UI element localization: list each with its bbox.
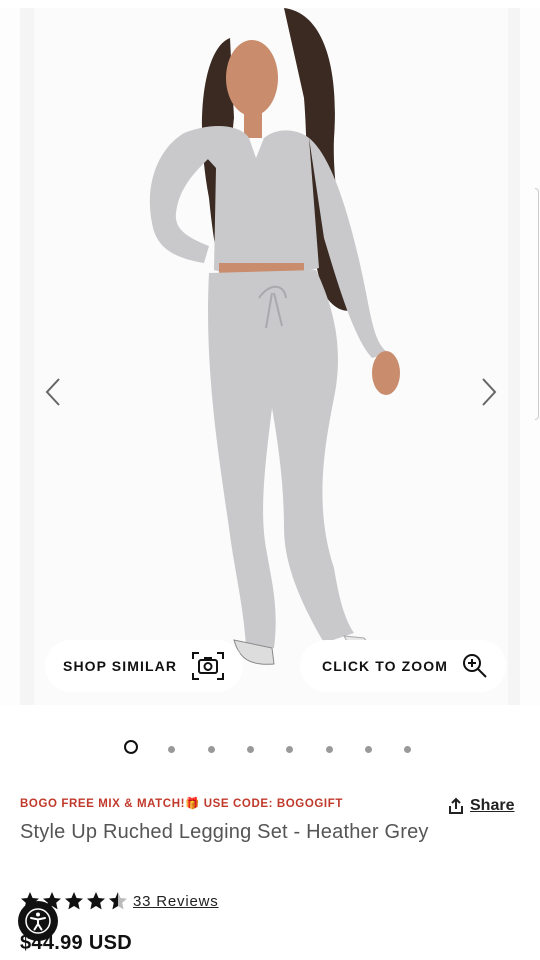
promo-banner: BOGO FREE MIX & MATCH!🎁 USE CODE: BOGOGI… xyxy=(20,798,343,810)
product-photo[interactable] xyxy=(34,8,508,705)
zoom-in-icon xyxy=(463,654,487,678)
scroll-indicator xyxy=(535,188,539,420)
share-icon xyxy=(449,797,463,814)
reviews-link[interactable]: 33 Reviews xyxy=(133,893,219,910)
product-title: Style Up Ruched Legging Set - Heather Gr… xyxy=(20,821,429,843)
shop-similar-label: SHOP SIMILAR xyxy=(63,658,178,674)
star-icon xyxy=(87,892,105,910)
product-image-gallery[interactable]: SHOP SIMILAR CLICK TO ZOOM xyxy=(0,8,540,705)
next-image-arrow[interactable] xyxy=(474,372,504,412)
click-to-zoom-button[interactable]: CLICK TO ZOOM xyxy=(300,640,507,692)
camera-scan-icon xyxy=(192,652,225,680)
shop-similar-button[interactable]: SHOP SIMILAR xyxy=(45,640,244,692)
share-label: Share xyxy=(470,797,515,814)
chevron-right-icon xyxy=(482,378,497,406)
pagination-dot-5[interactable] xyxy=(286,746,293,753)
pagination-dot-4[interactable] xyxy=(247,746,254,753)
gallery-pagination xyxy=(0,740,540,760)
pagination-dot-6[interactable] xyxy=(326,746,333,753)
accessibility-button[interactable] xyxy=(18,901,58,941)
pagination-dot-7[interactable] xyxy=(365,746,372,753)
previous-slide-peek[interactable] xyxy=(0,8,20,705)
chevron-left-icon xyxy=(45,378,60,406)
pagination-dot-1[interactable] xyxy=(124,740,138,754)
pagination-dot-2[interactable] xyxy=(168,746,175,753)
accessibility-icon xyxy=(25,908,51,934)
half-star-icon xyxy=(109,892,127,910)
pagination-dot-8[interactable] xyxy=(404,746,411,753)
click-to-zoom-label: CLICK TO ZOOM xyxy=(322,658,449,674)
previous-image-arrow[interactable] xyxy=(38,372,68,412)
share-button[interactable]: Share xyxy=(448,797,514,815)
star-icon xyxy=(65,892,83,910)
pagination-dot-3[interactable] xyxy=(208,746,215,753)
